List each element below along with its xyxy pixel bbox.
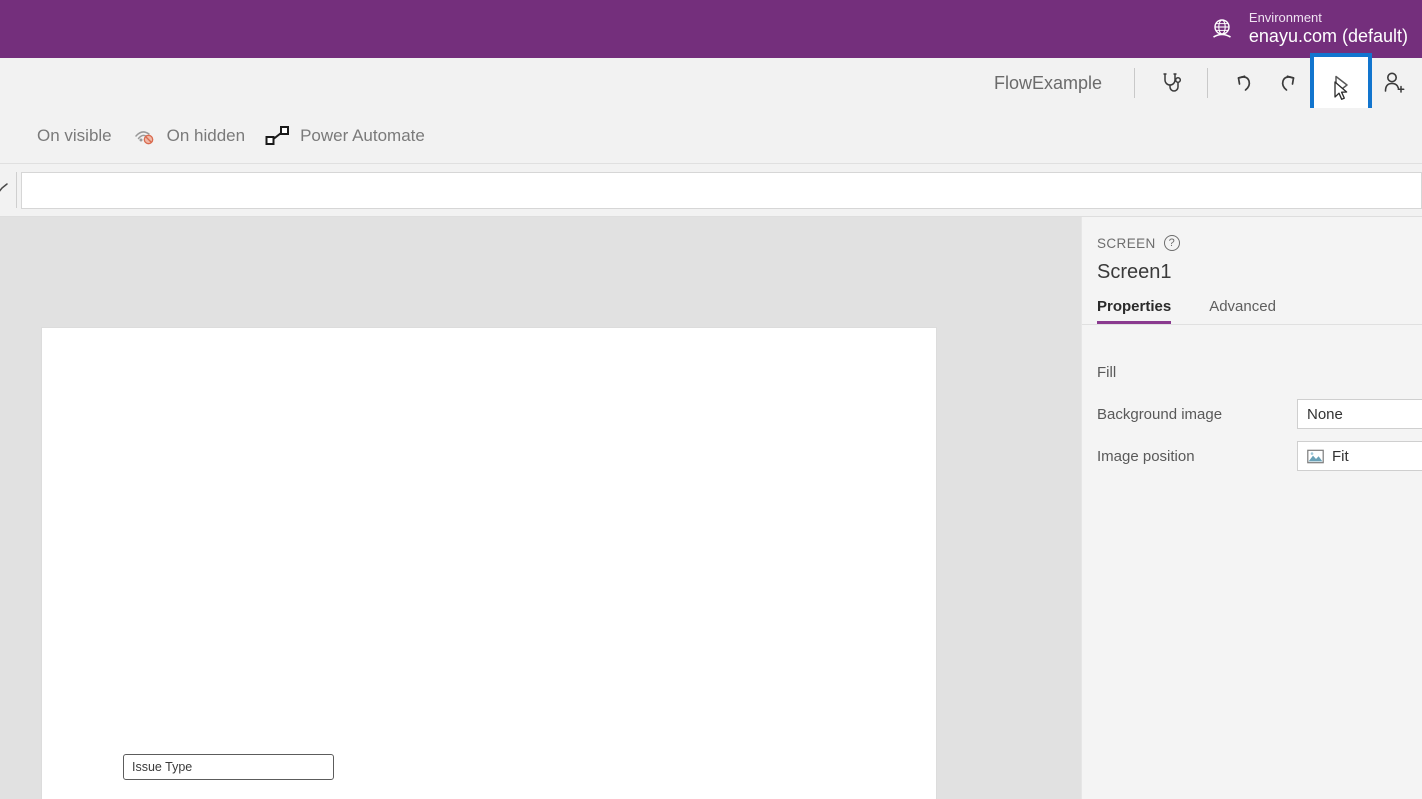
formula-input[interactable] [21, 171, 1422, 209]
ribbon-item-power-automate[interactable]: Power Automate [255, 116, 435, 156]
property-row-fill: Fill [1082, 351, 1422, 393]
ribbon-item-on-hidden[interactable]: On hidden [122, 116, 255, 156]
power-automate-flow-icon [265, 124, 291, 148]
text-input-issue-type[interactable]: Issue Type [123, 754, 334, 780]
environment-value: enayu.com (default) [1248, 26, 1408, 47]
selected-control-name: Screen1 [1097, 261, 1172, 283]
properties-rows: Fill Background image None Image positio… [1082, 325, 1422, 477]
formula-fx-icon[interactable] [0, 172, 17, 208]
share-button[interactable] [1372, 61, 1416, 105]
properties-panel-kicker: SCREEN [1097, 235, 1156, 251]
toolbar-divider-1 [1134, 68, 1135, 98]
tab-properties[interactable]: Properties [1097, 298, 1172, 324]
environment-bar: Environment enayu.com (default) [0, 0, 1422, 58]
person-add-icon [1380, 69, 1408, 97]
ribbon-item-on-visible[interactable]: On visible [0, 116, 122, 156]
properties-panel-tabs: Properties Advanced [1082, 298, 1422, 325]
image-position-field[interactable]: Fit [1297, 441, 1422, 471]
undo-arrow-icon [1230, 69, 1258, 97]
environment-label: Environment [1248, 10, 1322, 26]
stethoscope-icon [1158, 70, 1184, 96]
tab-advanced[interactable]: Advanced [1209, 298, 1276, 324]
eye-hidden-icon [132, 124, 158, 148]
redo-button[interactable] [1266, 61, 1310, 105]
app-canvas[interactable]: Issue Type Issue Description Create a Ti… [0, 217, 1081, 799]
question-mark-icon[interactable]: ? [1163, 235, 1180, 251]
redo-arrow-icon [1274, 69, 1302, 97]
property-label-fill: Fill [1097, 363, 1117, 381]
toolbar-divider-2 [1207, 68, 1208, 98]
ribbon-bar: On visible On hidden Power Automate [0, 108, 1422, 164]
undo-button[interactable] [1222, 61, 1266, 105]
command-toolbar: FlowExample [0, 53, 1422, 117]
properties-panel: SCREEN ? Screen1 Properties Advanced Fil… [1081, 217, 1422, 799]
ribbon-label-on-hidden: On hidden [166, 125, 246, 145]
play-triangle-icon [1328, 72, 1354, 98]
property-label-background-image: Background image [1097, 405, 1223, 423]
environment-text: Environment enayu.com (default) [1248, 10, 1408, 47]
properties-panel-header: SCREEN ? [1082, 217, 1422, 251]
app-checker-button[interactable] [1149, 61, 1193, 105]
formula-bar [0, 164, 1422, 217]
app-name-label: FlowExample [993, 72, 1102, 93]
property-row-background-image: Background image None [1082, 393, 1422, 435]
property-label-image-position: Image position [1097, 447, 1195, 465]
background-image-field[interactable]: None [1297, 399, 1422, 429]
power-apps-studio: Environment enayu.com (default) FlowExam… [0, 0, 1422, 799]
screen-canvas[interactable]: Issue Type Issue Description Create a Ti… [42, 328, 936, 799]
picture-icon [1307, 449, 1324, 464]
image-position-value: Fit [1332, 447, 1349, 465]
eye-visible-icon [2, 124, 28, 148]
property-row-image-position: Image position Fit [1082, 435, 1422, 477]
ribbon-label-on-visible: On visible [37, 125, 112, 145]
environment-selector[interactable]: Environment enayu.com (default) [1205, 10, 1408, 47]
globe-environment-icon [1205, 12, 1239, 46]
ribbon-label-power-automate: Power Automate [300, 125, 425, 145]
